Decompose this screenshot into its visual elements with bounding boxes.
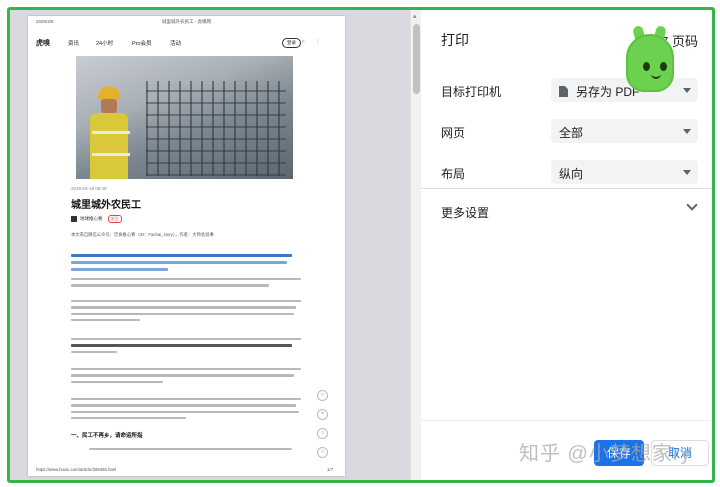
print-settings-panel: 打印 7 页码 目标打印机 另存为 PDF 网页 全部 布局 纵向 更多设置 保… bbox=[421, 10, 712, 480]
print-dialog-frame: 2020/4/6 城里城外农民工 - 虎嗅网 虎嗅 资讯 24小时 Pro会员 … bbox=[7, 7, 715, 483]
article-source: 本文来自微信公众号：饮食推心要（ID：Fachai_story），作者：大师会说… bbox=[71, 232, 214, 237]
pages-label: 网页 bbox=[441, 126, 466, 140]
layout-select[interactable]: 纵向 bbox=[551, 160, 698, 184]
avatar bbox=[71, 215, 77, 222]
page-footer: https://www.huxiu.com/article/289455.htm… bbox=[36, 467, 337, 472]
mascot-sticker bbox=[622, 24, 678, 94]
share-icon: ○ bbox=[317, 428, 328, 439]
chevron-down-icon bbox=[683, 170, 691, 175]
worker-figure bbox=[88, 86, 130, 179]
body-paragraph bbox=[71, 448, 301, 454]
site-logo: 虎嗅 bbox=[36, 40, 50, 47]
dialog-title: 打印 bbox=[441, 32, 469, 48]
page-footer-number: 1/7 bbox=[327, 467, 333, 472]
pages-row: 网页 全部 bbox=[441, 119, 698, 143]
layout-label: 布局 bbox=[441, 167, 466, 181]
helmet bbox=[98, 86, 120, 100]
collect-icon: ○ bbox=[317, 447, 328, 458]
site-nav: 虎嗅 资讯 24小时 Pro会员 活动 登录 ⌕⋮ bbox=[36, 38, 337, 50]
print-preview-area: 2020/4/6 城里城外农民工 - 虎嗅网 虎嗅 资讯 24小时 Pro会员 … bbox=[10, 10, 410, 480]
chevron-down-icon[interactable] bbox=[686, 199, 698, 211]
search-icon: ⌕⋮ bbox=[301, 39, 331, 45]
divider bbox=[421, 188, 712, 189]
like-icon: ○ bbox=[317, 390, 328, 401]
pages-value: 全部 bbox=[559, 126, 584, 140]
article-time: 2019-03-19 08:48 bbox=[71, 186, 107, 191]
preview-page: 2020/4/6 城里城外农民工 - 虎嗅网 虎嗅 资讯 24小时 Pro会员 … bbox=[28, 16, 345, 476]
more-settings[interactable]: 更多设置 bbox=[441, 204, 489, 221]
follow-tag: 关注 bbox=[107, 215, 122, 223]
highlighted-paragraph bbox=[71, 254, 301, 276]
layout-row: 布局 纵向 bbox=[441, 160, 698, 184]
destination-label: 目标打印机 bbox=[441, 85, 502, 99]
nav-item-24h: 24小时 bbox=[96, 41, 114, 47]
nav-item-events: 活动 bbox=[170, 41, 182, 47]
close-icon: × bbox=[317, 409, 328, 420]
preview-scrollbar[interactable]: ▴ bbox=[410, 10, 421, 480]
article-title: 城里城外农民工 bbox=[71, 200, 141, 211]
chevron-down-icon bbox=[683, 129, 691, 134]
login-button: 登录 bbox=[282, 38, 301, 48]
scroll-thumb[interactable] bbox=[413, 24, 420, 94]
share-icons: ○ × ○ ○ bbox=[317, 390, 329, 466]
dialog-footer: 保存 取消 知乎 @小梦想家ry bbox=[421, 420, 712, 480]
body-paragraph bbox=[71, 398, 301, 424]
scroll-up-icon[interactable]: ▴ bbox=[413, 12, 417, 20]
document-icon bbox=[559, 86, 568, 97]
construction-structure bbox=[146, 81, 286, 176]
body-paragraph bbox=[71, 278, 301, 291]
body-paragraph bbox=[71, 300, 301, 326]
section-heading: 一、民工不再乡，请命运所指 bbox=[71, 433, 143, 439]
article-hero-image bbox=[76, 56, 293, 179]
article-author: 地球推心要 关注 bbox=[71, 215, 122, 223]
page-header-title: 城里城外农民工 - 虎嗅网 bbox=[162, 19, 211, 24]
worker-face bbox=[101, 99, 117, 113]
body-paragraph bbox=[71, 368, 301, 387]
body-paragraph bbox=[71, 338, 301, 357]
layout-value: 纵向 bbox=[559, 167, 584, 181]
pages-select[interactable]: 全部 bbox=[551, 119, 698, 143]
nav-item-pro: Pro会员 bbox=[132, 41, 152, 47]
safety-vest bbox=[90, 113, 130, 179]
nav-item-news: 资讯 bbox=[68, 41, 80, 47]
page-footer-url: https://www.huxiu.com/article/289455.htm… bbox=[36, 467, 117, 472]
chevron-down-icon bbox=[683, 88, 691, 93]
author-name: 地球推心要 bbox=[80, 216, 103, 221]
watermark: 知乎 @小梦想家ry bbox=[519, 443, 692, 465]
